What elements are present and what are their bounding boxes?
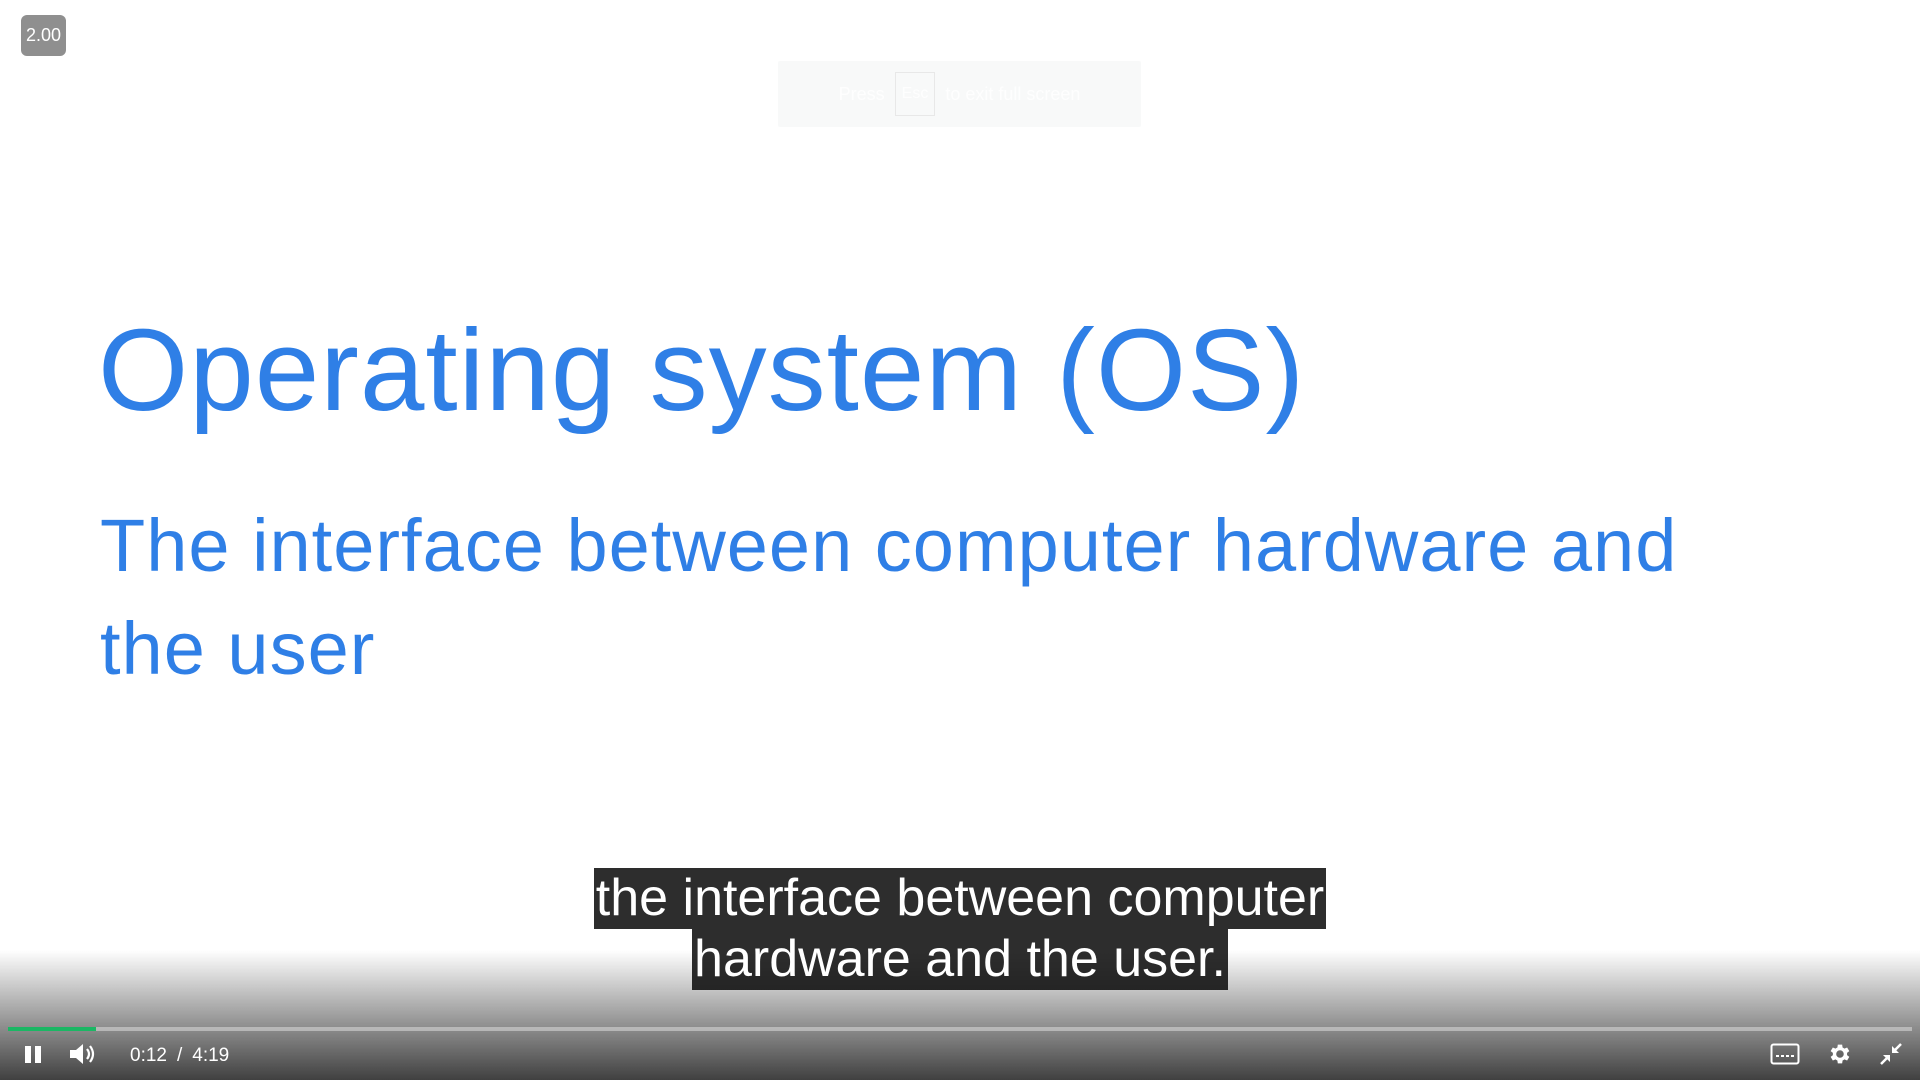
- captions-icon: [1770, 1043, 1800, 1070]
- hint-prefix: Press: [838, 83, 885, 104]
- fullscreen-exit-hint: Press Esc to exit full screen: [778, 61, 1141, 127]
- slide-title: Operating system (OS): [98, 305, 1306, 435]
- duration: 4:19: [192, 1045, 230, 1066]
- settings-icon: [1826, 1041, 1852, 1072]
- exit-fullscreen-icon: [1879, 1042, 1903, 1071]
- volume-button[interactable]: [62, 1035, 104, 1077]
- caption-line-2: hardware and the user.: [692, 929, 1228, 990]
- time-separator: /: [176, 1045, 183, 1066]
- hint-suffix: to exit full screen: [945, 83, 1081, 104]
- volume-icon: [68, 1041, 98, 1072]
- settings-button[interactable]: [1818, 1035, 1860, 1077]
- closed-captions: the interface between computer hardware …: [0, 868, 1920, 990]
- time-display: 0:12 / 4:19: [130, 1035, 229, 1077]
- captions-button[interactable]: [1762, 1035, 1808, 1077]
- pause-icon: [22, 1043, 44, 1070]
- exit-fullscreen-button[interactable]: [1870, 1035, 1912, 1077]
- playback-speed-badge[interactable]: 2.00: [21, 15, 66, 56]
- esc-key-label: Esc: [894, 72, 936, 116]
- slide-subtitle: The interface between computer hardware …: [100, 504, 1678, 690]
- current-time: 0:12: [130, 1045, 167, 1066]
- progress-bar-played: [8, 1027, 96, 1031]
- control-bar: 0:12 / 4:19: [0, 1035, 1920, 1080]
- pause-button[interactable]: [12, 1035, 54, 1077]
- video-player[interactable]: 2.00 Press Esc to exit full screen Opera…: [0, 0, 1920, 1080]
- caption-line-1: the interface between computer: [593, 868, 1327, 929]
- progress-bar[interactable]: [8, 1027, 1912, 1031]
